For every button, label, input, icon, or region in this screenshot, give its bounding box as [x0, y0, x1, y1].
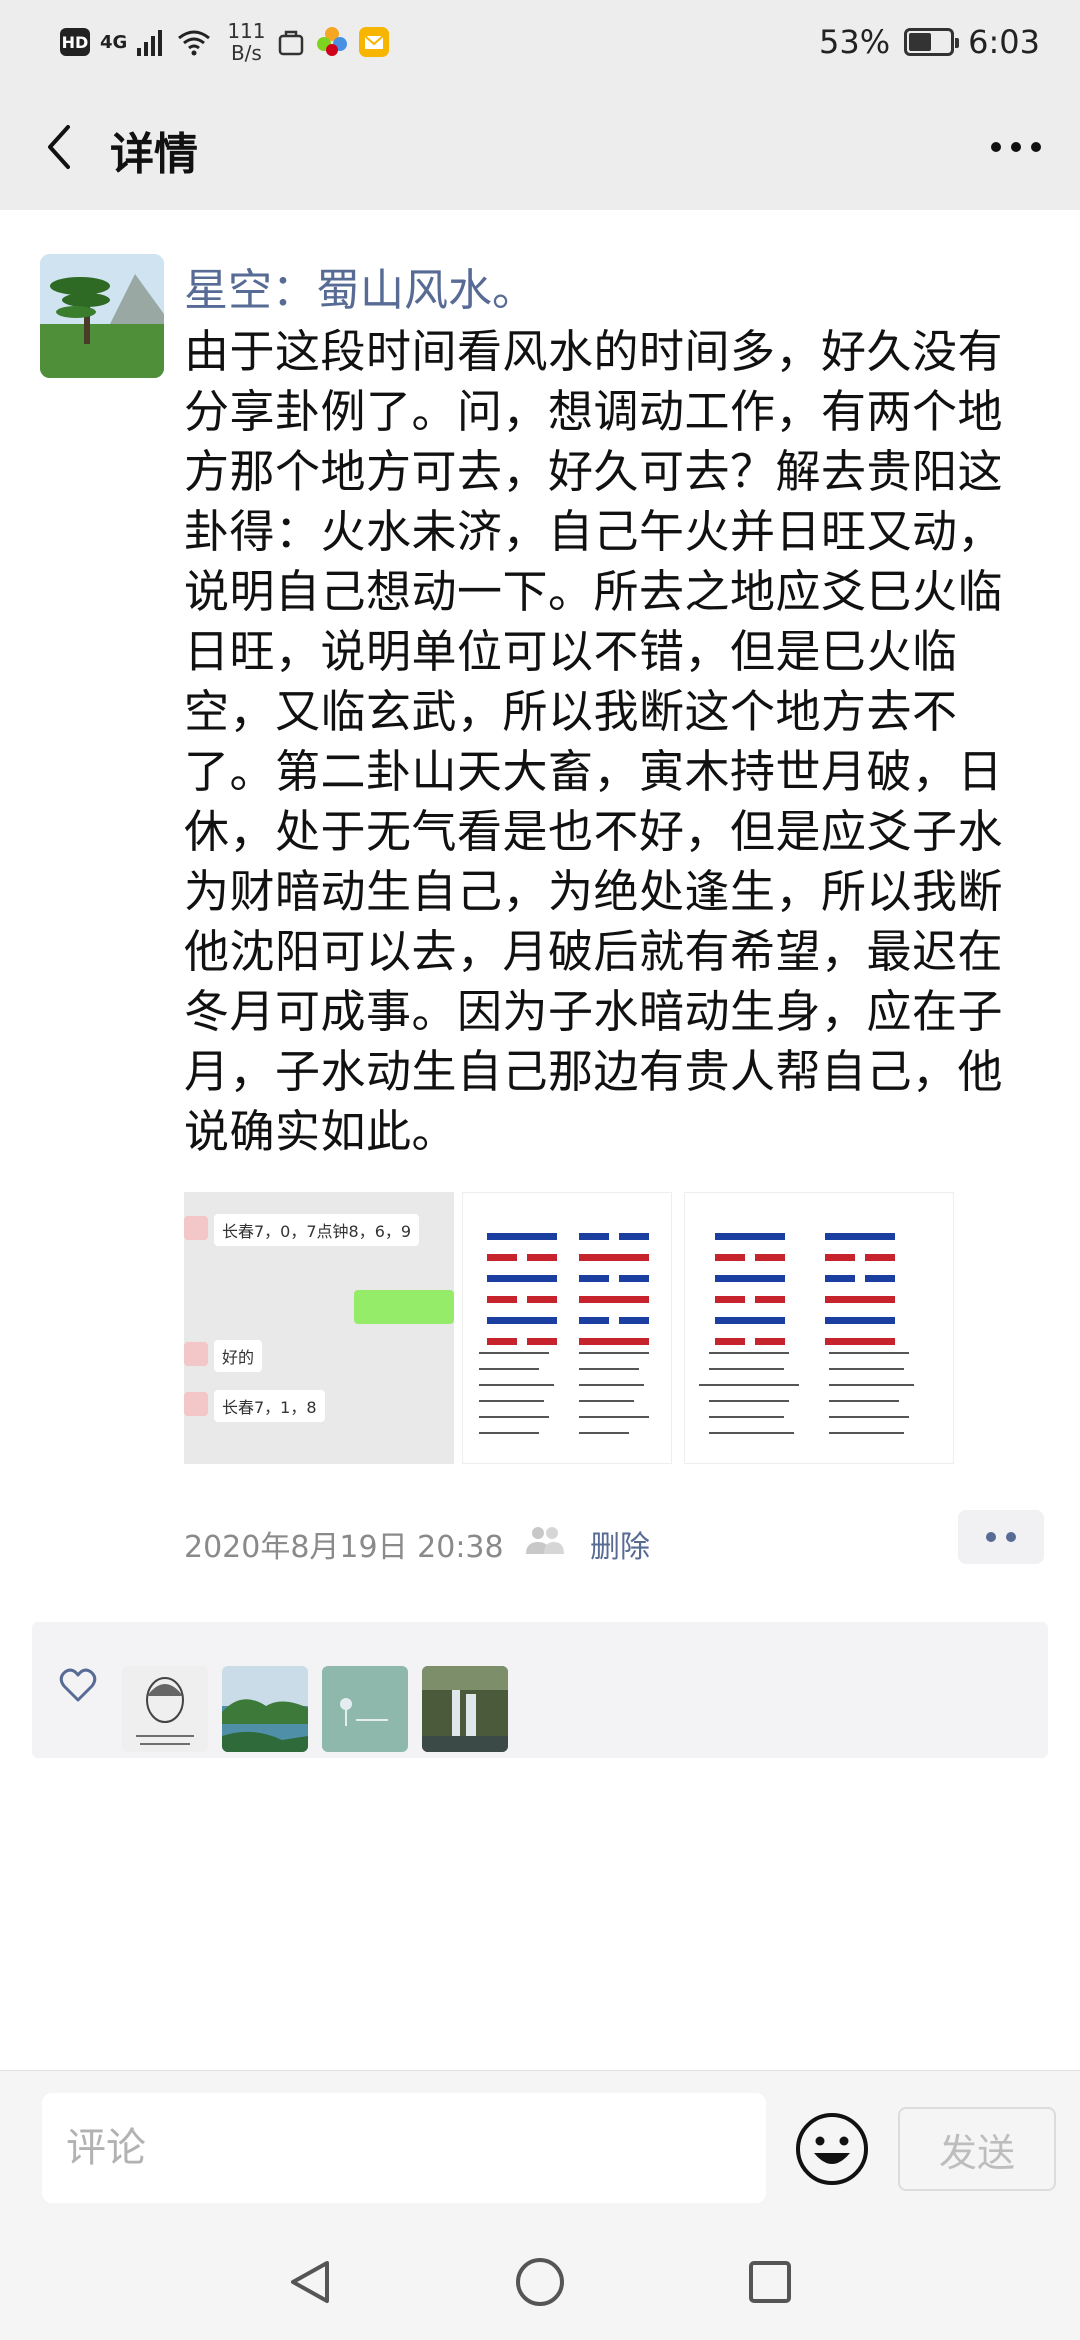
hexagram-figure [825, 1233, 895, 1359]
chat-green-bubble [354, 1290, 454, 1324]
yao-line [579, 1317, 649, 1324]
chat-avatar [184, 1216, 208, 1240]
back-button[interactable] [28, 114, 88, 180]
app-header: 详情 [0, 84, 1080, 210]
post-detail: 星空：蜀山风水。 由于这段时间看风水的时间多，好久没有分享卦例了。问，想调动工作… [0, 210, 1080, 2070]
more-dot [1011, 142, 1021, 152]
triangle-back-icon [291, 2261, 329, 2303]
post-meta: 2020年8月19日 20:38 删除 [184, 1510, 1044, 1574]
hexagram-figure [715, 1233, 785, 1359]
screen: HD 4G 111 B/s 53% 6:03 详情 星空：蜀山风水。 由于这段时… [0, 0, 1080, 2340]
system-nav-bar [0, 2224, 1080, 2340]
yao-line [487, 1233, 557, 1240]
nav-recents-button[interactable] [740, 2252, 800, 2312]
delete-link[interactable]: 删除 [590, 1522, 650, 1566]
yao-line [825, 1254, 895, 1261]
hd-badge: HD [60, 28, 90, 56]
more-dot [1031, 142, 1041, 152]
network-speed: 111 B/s [227, 20, 265, 64]
liker-avatar[interactable] [122, 1666, 208, 1752]
liker-avatar[interactable] [222, 1666, 308, 1752]
yao-line [487, 1317, 557, 1324]
hexagram-figure [487, 1233, 557, 1359]
battery-fill [909, 33, 932, 51]
yao-line [487, 1254, 557, 1261]
avatar[interactable] [40, 254, 164, 378]
chat-bubble: 好的 [214, 1340, 263, 1372]
like-comment-button[interactable] [958, 1510, 1044, 1564]
hexagram-notes-icon [699, 1352, 914, 1434]
hexagram-notes-icon [479, 1352, 649, 1434]
clock: 6:03 [968, 23, 1040, 61]
chat-avatar [184, 1392, 208, 1416]
send-button[interactable]: 发送 [898, 2107, 1056, 2191]
comment-bar: 发送 [0, 2070, 1080, 2225]
nav-home-button[interactable] [510, 2252, 570, 2312]
mail-app-icon [358, 27, 389, 57]
status-bar: HD 4G 111 B/s 53% 6:03 [0, 0, 1080, 84]
yao-line [579, 1275, 649, 1282]
liker-avatar[interactable] [422, 1666, 508, 1752]
image-grid: 长春7，0，7点钟8，6，9 好的 长春7，1，8 [184, 1192, 954, 1464]
emoji-button[interactable] [794, 2111, 870, 2187]
page-title: 详情 [110, 129, 198, 180]
nav-back-button[interactable] [280, 2252, 340, 2312]
signal-icon [137, 30, 163, 56]
battery-icon [904, 28, 960, 56]
chat-avatar [184, 1342, 208, 1366]
yao-line [715, 1296, 785, 1303]
sketch-portrait-icon [122, 1666, 208, 1752]
liker-avatar[interactable] [322, 1666, 408, 1752]
yao-line [825, 1275, 895, 1282]
dot [986, 1532, 996, 1542]
good-luck-icon [322, 1666, 408, 1752]
speed-unit: B/s [230, 41, 262, 65]
speed-value: 111 [227, 19, 266, 43]
status-right: 53% 6:03 [819, 18, 1040, 66]
yao-line [487, 1296, 557, 1303]
yao-line [579, 1233, 649, 1240]
yao-line [715, 1233, 785, 1240]
yao-line [825, 1317, 895, 1324]
chevron-left-icon [48, 125, 70, 169]
yao-line [579, 1296, 649, 1303]
chat-bubble: 长春7，1，8 [214, 1390, 325, 1422]
waterfall-icon [422, 1666, 508, 1752]
post-text: 由于这段时间看风水的时间多，好久没有分享卦例了。问，想调动工作，有两个地方那个地… [184, 325, 1004, 1158]
yao-line [715, 1275, 785, 1282]
post-image-hexagram-2[interactable] [684, 1192, 954, 1464]
more-dot [991, 142, 1001, 152]
dot [1006, 1532, 1016, 1542]
post-author[interactable]: 星空：蜀山风水。 [184, 254, 536, 318]
wifi-icon [178, 30, 211, 56]
yao-line [715, 1254, 785, 1261]
post-image-hexagram-1[interactable] [462, 1192, 672, 1464]
colorful-app-icon [316, 27, 347, 56]
bag-icon [278, 30, 303, 56]
yao-line [579, 1254, 649, 1261]
more-button[interactable] [976, 114, 1056, 180]
heart-icon [59, 1668, 97, 1702]
network-type: 4G [100, 31, 128, 53]
post-image-chat[interactable]: 长春7，0，7点钟8，6，9 好的 长春7，1，8 [184, 1192, 454, 1464]
yao-line [487, 1275, 557, 1282]
yao-line [715, 1317, 785, 1324]
square-recents-icon [749, 2261, 791, 2303]
people-icon [526, 1527, 564, 1554]
lake-landscape-icon [222, 1666, 308, 1752]
likes-section [32, 1622, 1048, 1758]
chat-bubble: 长春7，0，7点钟8，6，9 [214, 1214, 420, 1246]
battery-percent: 53% [819, 23, 891, 61]
status-left: HD 4G 111 B/s [60, 18, 390, 66]
smiley-icon [796, 2113, 868, 2185]
circle-home-icon [516, 2258, 564, 2306]
yao-line [825, 1233, 895, 1240]
hexagram-figure [579, 1233, 649, 1359]
landscape-tree-icon [40, 254, 164, 378]
post-timestamp: 2020年8月19日 20:38 [184, 1530, 504, 1565]
comment-input[interactable] [42, 2093, 766, 2203]
yao-line [825, 1296, 895, 1303]
